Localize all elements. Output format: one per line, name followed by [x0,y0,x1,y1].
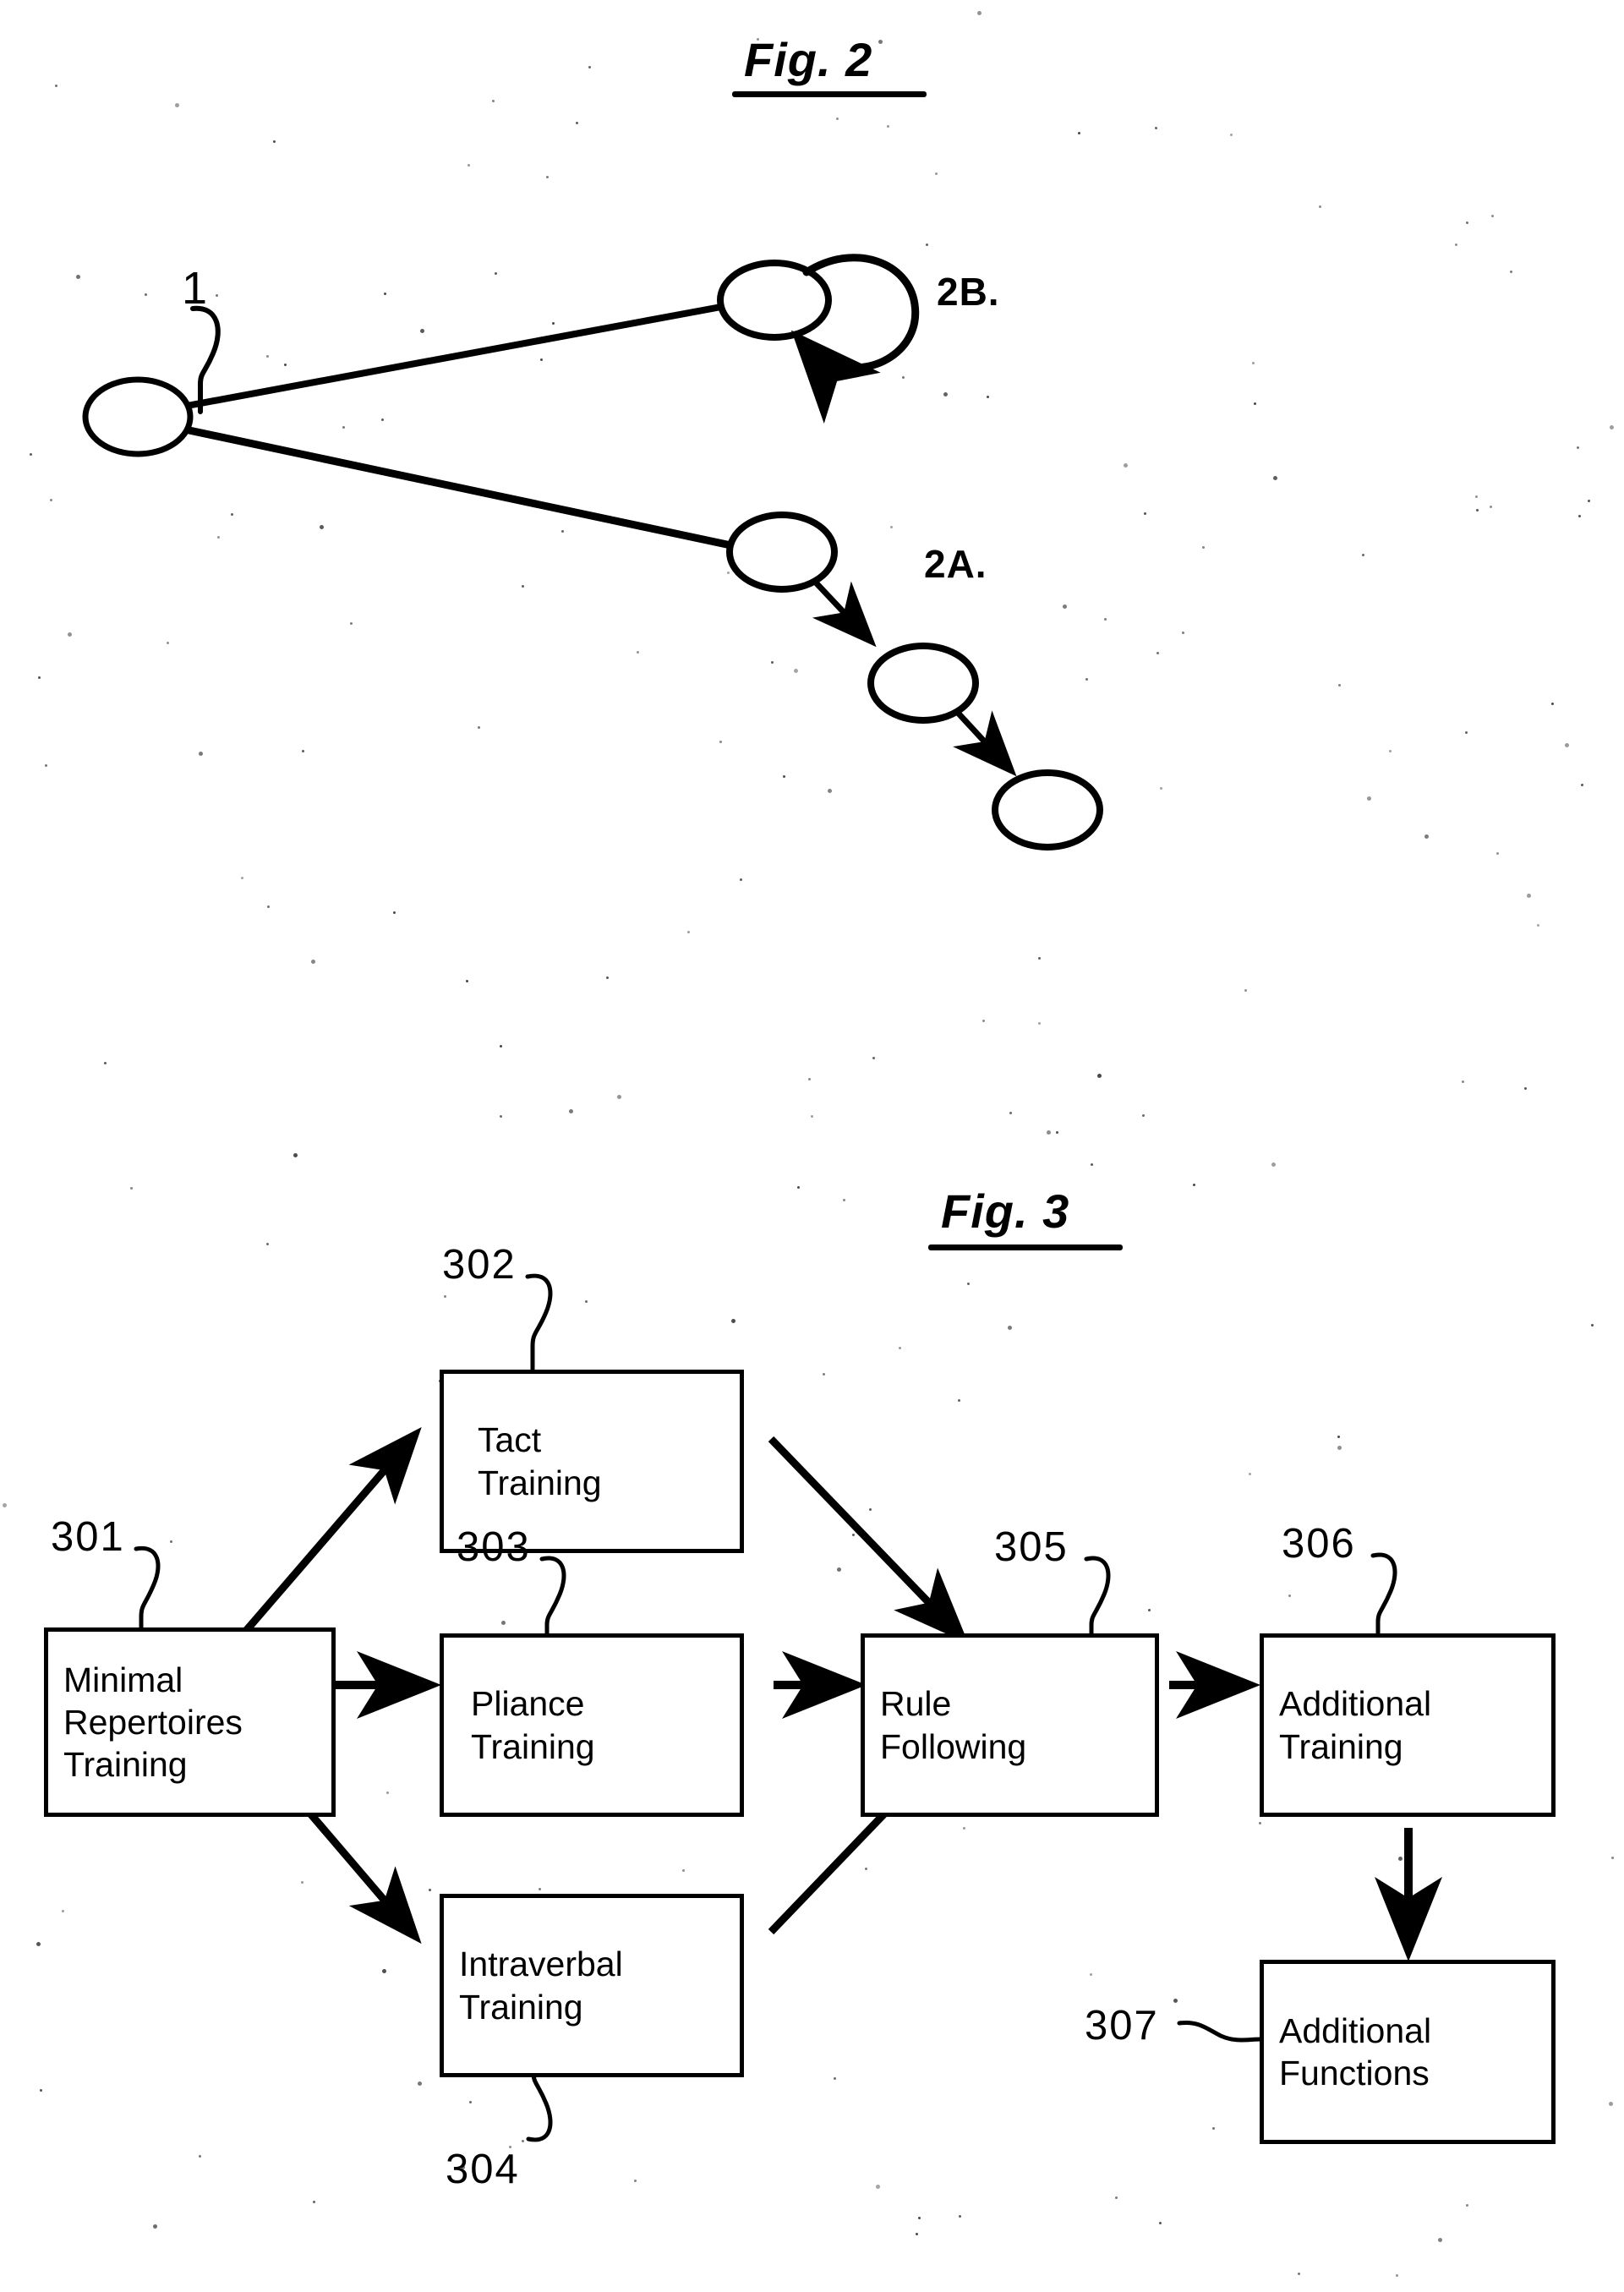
fig3-leader-307-306 [1370,1552,1397,1639]
flow-ref-303: 303 [457,1524,531,1570]
flow-ref-305: 305 [994,1524,1069,1570]
flow-box-301-label: Minimal Repertoires Training [63,1660,243,1784]
flow-box-303-label: Pliance Training [471,1684,595,1766]
flow-box-306[interactable]: Additional Training [1260,1633,1556,1817]
fig3-leader-301 [134,1545,161,1634]
flow-box-305-label: Rule Following [880,1684,1027,1766]
flow-box-307[interactable]: Additional Functions [1260,1960,1556,2144]
fig3-leader-303 [539,1556,566,1639]
flow-ref-302: 302 [442,1242,517,1288]
flow-box-306-label: Additional Training [1279,1684,1432,1766]
flow-box-302-label: Tact Training [478,1420,602,1502]
patent-drawing-page: Fig. 2 1 2B. 2A. Fig. 3 Minimal Repertoi… [0,0,1624,2292]
fig3-arrow-301-302 [242,1426,422,1634]
fig3-connectors [134,1273,1442,2142]
fig3-arrow-302-305 [768,1436,969,1644]
flow-box-303[interactable]: Pliance Training [440,1633,744,1817]
flow-box-301[interactable]: Minimal Repertoires Training [44,1627,336,1817]
flow-box-304-label: Intraverbal Training [459,1945,623,2027]
flow-box-305[interactable]: Rule Following [861,1633,1159,1817]
flow-ref-304: 304 [446,2147,520,2192]
flow-ref-306: 306 [1282,1521,1356,1567]
flow-box-304[interactable]: Intraverbal Training [440,1894,744,2077]
flow-ref-307: 307 [1085,2003,1159,2049]
fig3-leader-302 [525,1273,553,1376]
fig3-leader-305 [1084,1556,1111,1639]
flow-box-307-label: Additional Functions [1279,2010,1432,2092]
flow-ref-301: 301 [51,1514,125,1560]
